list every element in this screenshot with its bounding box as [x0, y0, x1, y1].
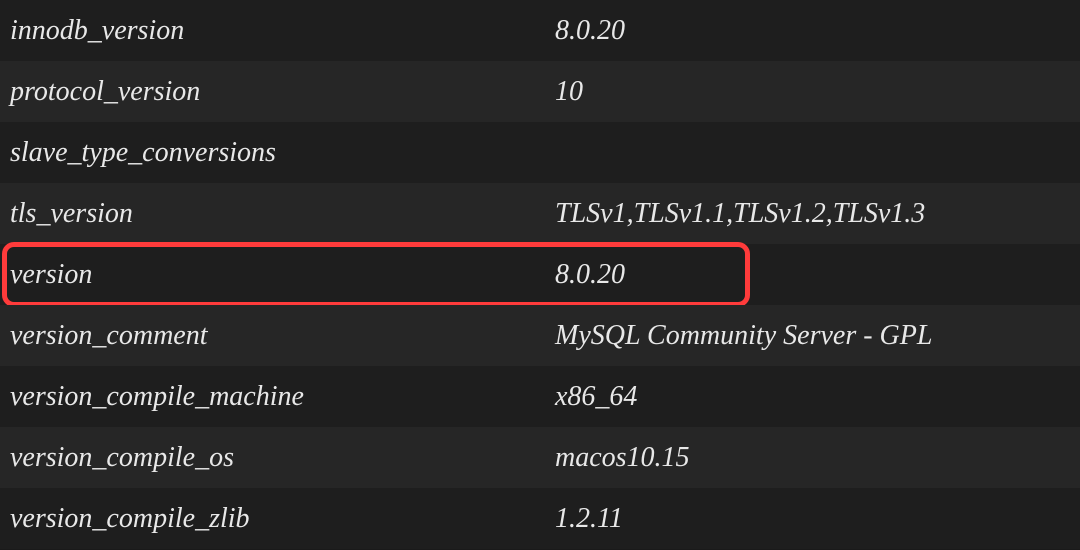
table-row[interactable]: version_compile_machine x86_64	[0, 366, 1080, 427]
table-row[interactable]: protocol_version 10	[0, 61, 1080, 122]
variable-value: 8.0.20	[555, 259, 1070, 291]
variables-table: innodb_version 8.0.20 protocol_version 1…	[0, 0, 1080, 549]
variable-name: version_compile_zlib	[10, 503, 555, 535]
variable-name: version	[10, 259, 555, 291]
variable-value: macos10.15	[555, 442, 1070, 474]
variable-name: version_compile_os	[10, 442, 555, 474]
variable-value: MySQL Community Server - GPL	[555, 320, 1070, 352]
variable-value: x86_64	[555, 381, 1070, 413]
variable-value: 1.2.11	[555, 503, 1070, 535]
variable-name: slave_type_conversions	[10, 137, 555, 169]
table-row[interactable]: tls_version TLSv1,TLSv1.1,TLSv1.2,TLSv1.…	[0, 183, 1080, 244]
variable-value: TLSv1,TLSv1.1,TLSv1.2,TLSv1.3	[555, 198, 1070, 230]
variable-value: 8.0.20	[555, 15, 1070, 47]
variable-name: innodb_version	[10, 15, 555, 47]
table-row[interactable]: version 8.0.20	[0, 244, 1080, 305]
variable-name: version_comment	[10, 320, 555, 352]
table-row[interactable]: slave_type_conversions	[0, 122, 1080, 183]
table-row[interactable]: version_comment MySQL Community Server -…	[0, 305, 1080, 366]
variable-value: 10	[555, 76, 1070, 108]
table-row[interactable]: version_compile_zlib 1.2.11	[0, 488, 1080, 549]
table-row[interactable]: innodb_version 8.0.20	[0, 0, 1080, 61]
variable-name: version_compile_machine	[10, 381, 555, 413]
variable-name: tls_version	[10, 198, 555, 230]
table-row[interactable]: version_compile_os macos10.15	[0, 427, 1080, 488]
variable-name: protocol_version	[10, 76, 555, 108]
